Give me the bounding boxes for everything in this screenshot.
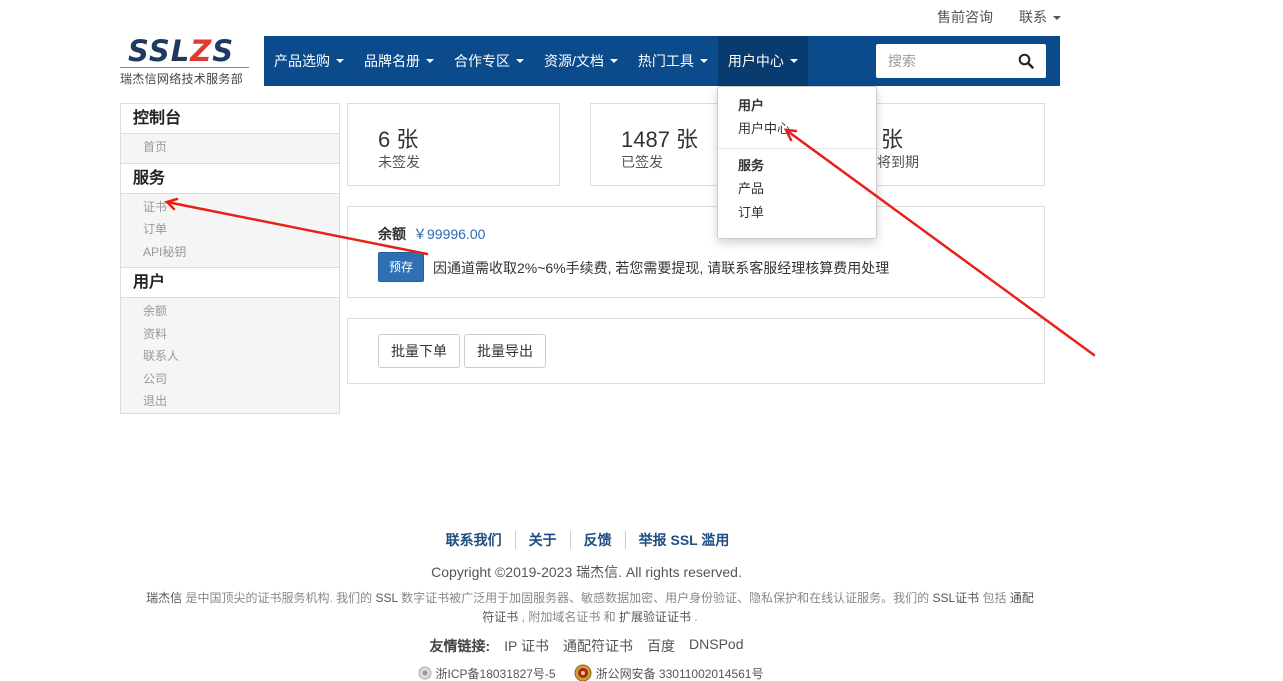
icp-info: 浙ICP备18031827号-5 浙公网安备 33011002014561号: [0, 664, 1181, 681]
dropdown-divider: [718, 148, 876, 149]
sidebar-item-profile[interactable]: 资料: [121, 323, 339, 346]
contact-dropdown[interactable]: 联系: [1019, 7, 1061, 27]
sidebar-heading-console: 控制台: [121, 104, 339, 134]
sidebar-item-api-key[interactable]: API秘钥: [121, 241, 339, 264]
balance-note: 因通道需收取2%~6%手续费, 若您需要提现, 请联系客服经理核算费用处理: [433, 260, 890, 276]
actions-panel: 批量下单 批量导出: [347, 318, 1045, 384]
sidebar-item-certificate[interactable]: 证书: [121, 196, 339, 219]
sidebar-item-order[interactable]: 订单: [121, 218, 339, 241]
caret-down-icon: [426, 59, 434, 63]
about-ssl-cert-link[interactable]: SSL证书: [932, 591, 979, 605]
friend-links: 友情链接: IP 证书 通配符证书 百度 DNSPod: [0, 636, 1173, 656]
sidebar-group-service: 证书 订单 API秘钥: [121, 194, 339, 268]
presale-link[interactable]: 售前咨询: [937, 7, 993, 27]
stat-label: 将到期: [877, 154, 919, 170]
stat-value: 6 张: [378, 127, 419, 152]
top-links: 售前咨询 联系: [937, 7, 1061, 27]
search-box: [876, 44, 1046, 78]
about-ev-link[interactable]: 扩展验证证书: [619, 610, 691, 624]
about-text: 瑞杰信 是中国顶尖的证书服务机构. 我们的 SSL 数字证书被广泛用于加固服务器…: [146, 591, 1034, 624]
footer-link-report-abuse[interactable]: 举报 SSL 滥用: [624, 531, 743, 549]
sidebar-item-logout[interactable]: 退出: [121, 390, 339, 413]
dropdown-header-service: 服务: [738, 158, 765, 173]
sidebar-heading-service: 服务: [121, 163, 339, 194]
caret-down-icon: [699, 59, 708, 63]
main-navbar: 产品选购 品牌名册 合作专区 资源/文档 热门工具 用户中心: [264, 36, 1060, 86]
logo[interactable]: SSLZS 瑞杰信网络技术服务部: [120, 36, 249, 86]
balance-panel: 余额 ￥99996.00 预存 因通道需收取2%~6%手续费, 若您需要提现, …: [347, 206, 1045, 298]
deposit-button[interactable]: 预存: [378, 252, 424, 282]
balance-value: ￥99996.00: [413, 226, 486, 242]
nav-user-center[interactable]: 用户中心: [717, 36, 808, 86]
stat-value: 张: [881, 127, 904, 152]
icp-badge-icon: [418, 666, 432, 680]
sidebar-item-home[interactable]: 首页: [121, 136, 339, 159]
about-ssl-link[interactable]: SSL: [376, 591, 398, 605]
friend-links-title: 友情链接:: [429, 638, 491, 654]
caret-down-icon: [336, 59, 344, 63]
search-icon[interactable]: [1018, 53, 1034, 69]
nav-brands[interactable]: 品牌名册: [354, 36, 444, 86]
caret-down-icon: [789, 59, 798, 63]
sidebar-group-user: 余额 资料 联系人 公司 退出: [121, 298, 339, 417]
dropdown-item-user-center[interactable]: 用户中心: [718, 117, 876, 141]
sidebar-item-company[interactable]: 公司: [121, 368, 339, 391]
stat-label: 未签发: [378, 154, 420, 170]
dropdown-item-product[interactable]: 产品: [718, 177, 876, 201]
dropdown-item-order[interactable]: 订单: [718, 201, 876, 225]
footer-link-feedback[interactable]: 反馈: [569, 531, 625, 549]
caret-down-icon: [516, 59, 524, 63]
sidebar: 控制台 首页 服务 证书 订单 API秘钥 用户 余额 资料 联系人 公司 退出: [120, 103, 340, 414]
batch-order-button[interactable]: 批量下单: [378, 334, 460, 368]
copyright: Copyright ©2019-2023 瑞杰信. All rights res…: [431, 564, 742, 580]
user-center-dropdown: 用户 用户中心 服务 产品 订单: [717, 86, 877, 239]
stat-label: 已签发: [621, 154, 663, 170]
balance-label: 余额: [378, 226, 406, 242]
nav-partners[interactable]: 合作专区: [444, 36, 534, 86]
logo-mark: SSLZS: [128, 34, 235, 68]
friend-link-wildcard[interactable]: 通配符证书: [563, 636, 633, 656]
sidebar-item-contacts[interactable]: 联系人: [121, 345, 339, 368]
nav-resources[interactable]: 资源/文档: [534, 36, 628, 86]
footer-link-about[interactable]: 关于: [514, 531, 570, 549]
contact-label: 联系: [1019, 9, 1047, 25]
stat-value: 1487 张: [621, 127, 699, 152]
police-badge-icon: [574, 664, 592, 681]
logo-subtitle: 瑞杰信网络技术服务部: [120, 67, 249, 87]
stat-card-unissued[interactable]: 6 张 未签发: [347, 103, 560, 186]
dropdown-header-user: 用户: [738, 98, 765, 113]
friend-link-baidu[interactable]: 百度: [647, 636, 675, 656]
nav-tools[interactable]: 热门工具: [628, 36, 718, 86]
sidebar-group-console: 首页: [121, 134, 339, 164]
police-record[interactable]: 浙公网安备 33011002014561号: [574, 664, 763, 681]
footer-link-contact-us[interactable]: 联系我们: [433, 531, 515, 549]
icp-record[interactable]: 浙ICP备18031827号-5: [418, 664, 556, 681]
batch-export-button[interactable]: 批量导出: [464, 334, 546, 368]
footer-links: 联系我们 关于 反馈 举报 SSL 滥用: [0, 531, 1175, 549]
friend-link-dnspod[interactable]: DNSPod: [689, 636, 743, 656]
caret-down-icon: [609, 59, 618, 63]
friend-link-ip-cert[interactable]: IP 证书: [504, 636, 549, 656]
search-input[interactable]: [876, 46, 1006, 76]
about-brand-link[interactable]: 瑞杰信: [146, 591, 182, 605]
caret-down-icon: [1053, 16, 1061, 21]
sidebar-item-balance[interactable]: 余额: [121, 300, 339, 323]
sidebar-heading-user: 用户: [121, 268, 339, 298]
nav-products[interactable]: 产品选购: [264, 36, 354, 86]
